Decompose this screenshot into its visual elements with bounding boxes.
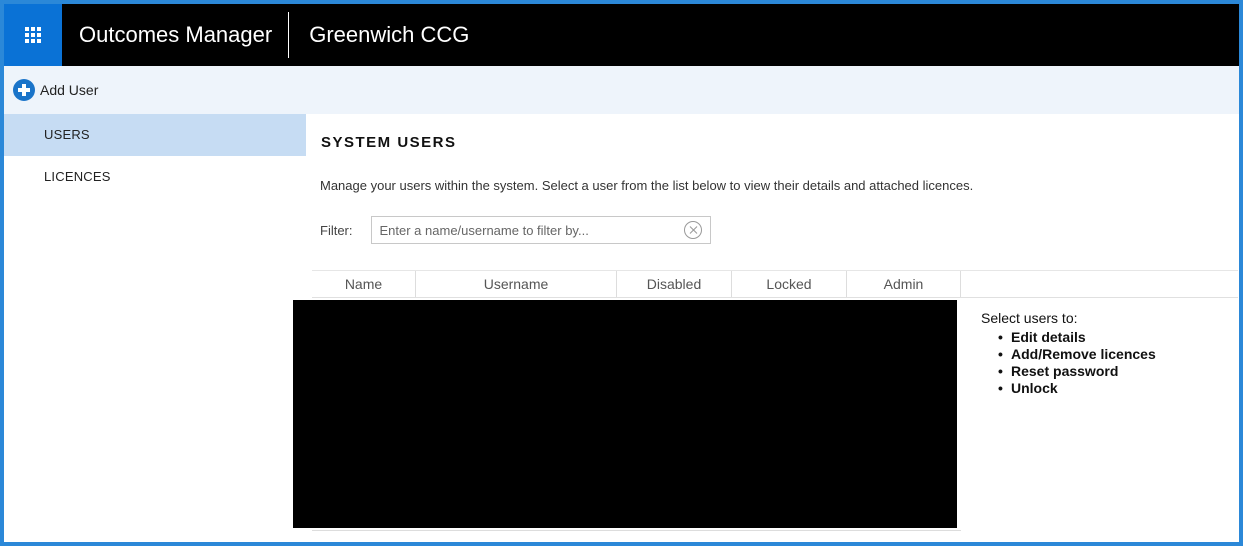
plus-circle-icon [13, 79, 35, 101]
clear-filter-icon[interactable] [683, 221, 702, 239]
column-header-username[interactable]: Username [416, 271, 617, 297]
users-table-header: Name Username Disabled Locked Admin [312, 270, 1238, 298]
users-table-body-redacted[interactable] [293, 300, 957, 528]
waffle-icon [25, 27, 41, 43]
add-user-button[interactable]: Add User [13, 79, 98, 101]
action-bar: Add User [4, 66, 1239, 114]
help-item-reset-password: Reset password [998, 363, 1239, 380]
filter-row: Filter: [320, 216, 711, 244]
help-item-edit-details: Edit details [998, 329, 1239, 346]
help-panel: Select users to: Edit details Add/Remove… [981, 310, 1239, 397]
page-title: SYSTEM USERS [321, 134, 457, 151]
column-header-disabled[interactable]: Disabled [617, 271, 732, 297]
help-item-licences: Add/Remove licences [998, 346, 1239, 363]
page-description: Manage your users within the system. Sel… [320, 178, 974, 193]
app-launcher-button[interactable] [4, 4, 62, 66]
table-divider [312, 530, 961, 531]
help-title: Select users to: [981, 310, 1078, 326]
column-header-locked[interactable]: Locked [732, 271, 847, 297]
column-header-name[interactable]: Name [312, 271, 416, 297]
filter-box [370, 216, 711, 244]
help-item-unlock: Unlock [998, 380, 1239, 397]
help-list: Edit details Add/Remove licences Reset p… [981, 329, 1239, 397]
app-title[interactable]: Outcomes Manager [62, 4, 288, 66]
sidebar-item-licences[interactable]: LICENCES [4, 156, 306, 198]
sidebar-item-users[interactable]: USERS [4, 114, 306, 156]
org-title: Greenwich CCG [309, 22, 470, 47]
sidebar: USERS LICENCES [4, 114, 306, 542]
top-bar: Outcomes Manager Greenwich CCG [4, 4, 1239, 66]
main-content: SYSTEM USERS Manage your users within th… [293, 114, 1239, 542]
add-user-label: Add User [40, 82, 99, 98]
filter-input[interactable] [371, 217, 672, 243]
app-window: Outcomes Manager Greenwich CCG Add User … [0, 0, 1243, 546]
column-header-admin[interactable]: Admin [847, 271, 961, 297]
filter-label: Filter: [320, 222, 353, 238]
